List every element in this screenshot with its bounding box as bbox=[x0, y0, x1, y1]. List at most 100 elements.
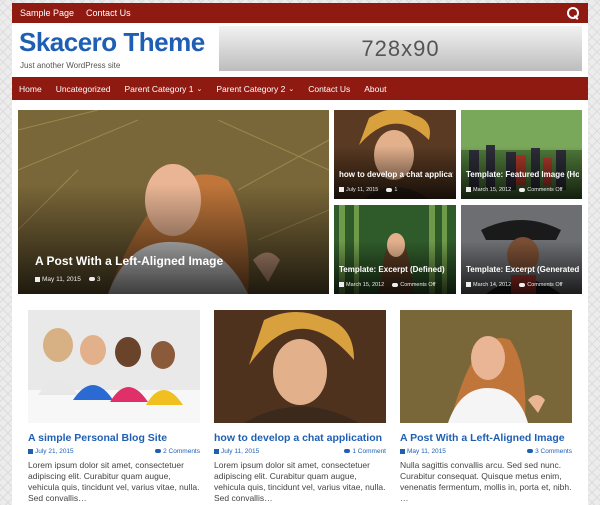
featured-post-title[interactable]: Template: Featured Image (Horizont bbox=[466, 170, 579, 179]
comment-icon bbox=[344, 449, 351, 454]
nav-item-parent-category-1[interactable]: Parent Category 1 ⌄ bbox=[125, 84, 203, 94]
post-date: July 21, 2015 bbox=[28, 448, 74, 455]
post-date: March 14, 2012 bbox=[466, 282, 511, 288]
site-header: Skacero Theme Just another WordPress sit… bbox=[12, 23, 588, 77]
comment-icon bbox=[392, 282, 399, 287]
nav-item-home[interactable]: Home bbox=[19, 84, 42, 94]
post-image bbox=[28, 310, 200, 423]
nav-item-about[interactable]: About bbox=[364, 84, 386, 94]
calendar-icon bbox=[28, 448, 33, 454]
top-link-sample-page[interactable]: Sample Page bbox=[20, 8, 74, 18]
calendar-icon bbox=[466, 187, 471, 193]
post-meta: July 21, 2015 2 Comments bbox=[28, 448, 200, 455]
comment-icon bbox=[519, 282, 526, 287]
calendar-icon bbox=[339, 282, 344, 288]
comments-text: 3 Comments bbox=[535, 448, 572, 455]
calendar-icon bbox=[466, 282, 471, 288]
post-meta: July 11, 2015 1 Comment bbox=[214, 448, 386, 455]
post-excerpt: Lorem ipsum dolor sit amet, consectetuer… bbox=[28, 460, 200, 503]
comment-icon bbox=[88, 277, 95, 282]
date-text: July 21, 2015 bbox=[35, 448, 74, 455]
post-date: March 15, 2012 bbox=[339, 282, 384, 288]
post-image bbox=[214, 310, 386, 423]
post-comments[interactable]: 2 Comments bbox=[155, 448, 200, 455]
post-meta: May 11, 2015 3 Comments bbox=[400, 448, 572, 455]
featured-post-small[interactable]: Template: Excerpt (Generated) March 14, … bbox=[461, 205, 582, 294]
main-content: A Post With a Left-Aligned Image May 11,… bbox=[12, 100, 588, 505]
nav-item-label: Home bbox=[19, 83, 42, 94]
comments-text: 1 bbox=[394, 187, 398, 193]
date-text: May 11, 2015 bbox=[407, 448, 446, 455]
calendar-icon bbox=[35, 276, 40, 282]
featured-post-title[interactable]: Template: Excerpt (Defined) bbox=[339, 265, 453, 274]
comment-icon bbox=[527, 449, 534, 454]
post-meta: May 11, 2015 3 bbox=[35, 276, 101, 283]
chevron-down-icon: ⌄ bbox=[196, 85, 203, 93]
date-text: July 11, 2015 bbox=[346, 187, 379, 193]
post-comments[interactable]: 1 Comment bbox=[344, 448, 386, 455]
top-link-contact-us[interactable]: Contact Us bbox=[86, 8, 131, 18]
post-meta: March 15, 2012 Comments Off bbox=[339, 282, 436, 288]
date-text: March 14, 2012 bbox=[473, 282, 512, 288]
post-thumbnail[interactable] bbox=[400, 310, 572, 423]
date-text: July 11, 2015 bbox=[221, 448, 260, 455]
post-comments[interactable]: Comments Off bbox=[519, 282, 563, 288]
date-text: May 11, 2015 bbox=[42, 276, 81, 283]
post-date: July 11, 2015 bbox=[339, 187, 378, 193]
post-title[interactable]: A simple Personal Blog Site bbox=[28, 432, 200, 444]
comments-text: 2 Comments bbox=[163, 448, 200, 455]
featured-post-title[interactable]: Template: Excerpt (Generated) bbox=[466, 265, 579, 274]
comment-icon bbox=[155, 449, 162, 454]
post-date: March 15, 2012 bbox=[466, 187, 511, 193]
post-meta: March 15, 2012 Comments Off bbox=[466, 187, 563, 193]
calendar-icon bbox=[214, 448, 219, 454]
nav-item-uncategorized[interactable]: Uncategorized bbox=[56, 84, 111, 94]
featured-post-title[interactable]: A Post With a Left-Aligned Image bbox=[35, 254, 326, 268]
post-title[interactable]: A Post With a Left-Aligned Image bbox=[400, 432, 572, 444]
calendar-icon bbox=[339, 187, 344, 193]
post-date: May 11, 2015 bbox=[35, 276, 81, 283]
post-comments[interactable]: Comments Off bbox=[519, 187, 563, 193]
post-date: July 11, 2015 bbox=[214, 448, 259, 455]
calendar-icon bbox=[400, 448, 405, 454]
comment-icon bbox=[519, 187, 526, 192]
nav-item-parent-category-2[interactable]: Parent Category 2 ⌄ bbox=[216, 84, 294, 94]
main-nav: Home Uncategorized Parent Category 1 ⌄ Pa… bbox=[12, 77, 588, 100]
post-title[interactable]: how to develop a chat application bbox=[214, 432, 386, 444]
post-card: how to develop a chat application July 1… bbox=[214, 310, 386, 504]
site-title[interactable]: Skacero Theme bbox=[19, 27, 205, 58]
featured-post-small[interactable]: Template: Featured Image (Horizont March… bbox=[461, 110, 582, 199]
featured-post-title[interactable]: how to develop a chat application bbox=[339, 170, 453, 179]
post-date: May 11, 2015 bbox=[400, 448, 446, 455]
search-icon[interactable] bbox=[566, 6, 580, 20]
post-card: A simple Personal Blog Site July 21, 201… bbox=[28, 310, 200, 504]
nav-item-contact-us[interactable]: Contact Us bbox=[308, 84, 350, 94]
featured-post-small[interactable]: how to develop a chat application July 1… bbox=[334, 110, 456, 199]
post-meta: July 11, 2015 1 bbox=[339, 187, 397, 193]
post-thumbnail[interactable] bbox=[214, 310, 386, 423]
comments-text: Comments Off bbox=[400, 282, 436, 288]
post-excerpt: Lorem ipsum dolor sit amet, consectetuer… bbox=[214, 460, 386, 503]
top-bar: Sample Page Contact Us bbox=[12, 3, 588, 23]
comments-text: Comments Off bbox=[527, 187, 563, 193]
post-thumbnail[interactable] bbox=[28, 310, 200, 423]
post-comments[interactable]: 1 bbox=[386, 187, 397, 193]
featured-post-big[interactable]: A Post With a Left-Aligned Image May 11,… bbox=[18, 110, 329, 294]
featured-post-small[interactable]: Template: Excerpt (Defined) March 15, 20… bbox=[334, 205, 456, 294]
post-card: A Post With a Left-Aligned Image May 11,… bbox=[400, 310, 572, 504]
post-image bbox=[400, 310, 572, 423]
post-excerpt: Nulla sagittis convallis arcu. Sed sed n… bbox=[400, 460, 572, 503]
comments-text: 3 bbox=[96, 276, 101, 283]
comments-text: Comments Off bbox=[527, 282, 563, 288]
post-comments[interactable]: Comments Off bbox=[392, 282, 436, 288]
comment-icon bbox=[386, 187, 393, 192]
nav-item-label: Parent Category 1 bbox=[124, 83, 194, 94]
site-tagline: Just another WordPress site bbox=[20, 61, 121, 70]
comments-text: 1 Comment bbox=[352, 448, 386, 455]
nav-item-label: Contact Us bbox=[308, 83, 351, 94]
date-text: March 15, 2012 bbox=[473, 187, 512, 193]
post-comments[interactable]: 3 bbox=[88, 276, 101, 283]
nav-item-label: About bbox=[364, 83, 387, 94]
post-comments[interactable]: 3 Comments bbox=[527, 448, 572, 455]
ad-banner[interactable]: 728x90 bbox=[219, 26, 582, 71]
